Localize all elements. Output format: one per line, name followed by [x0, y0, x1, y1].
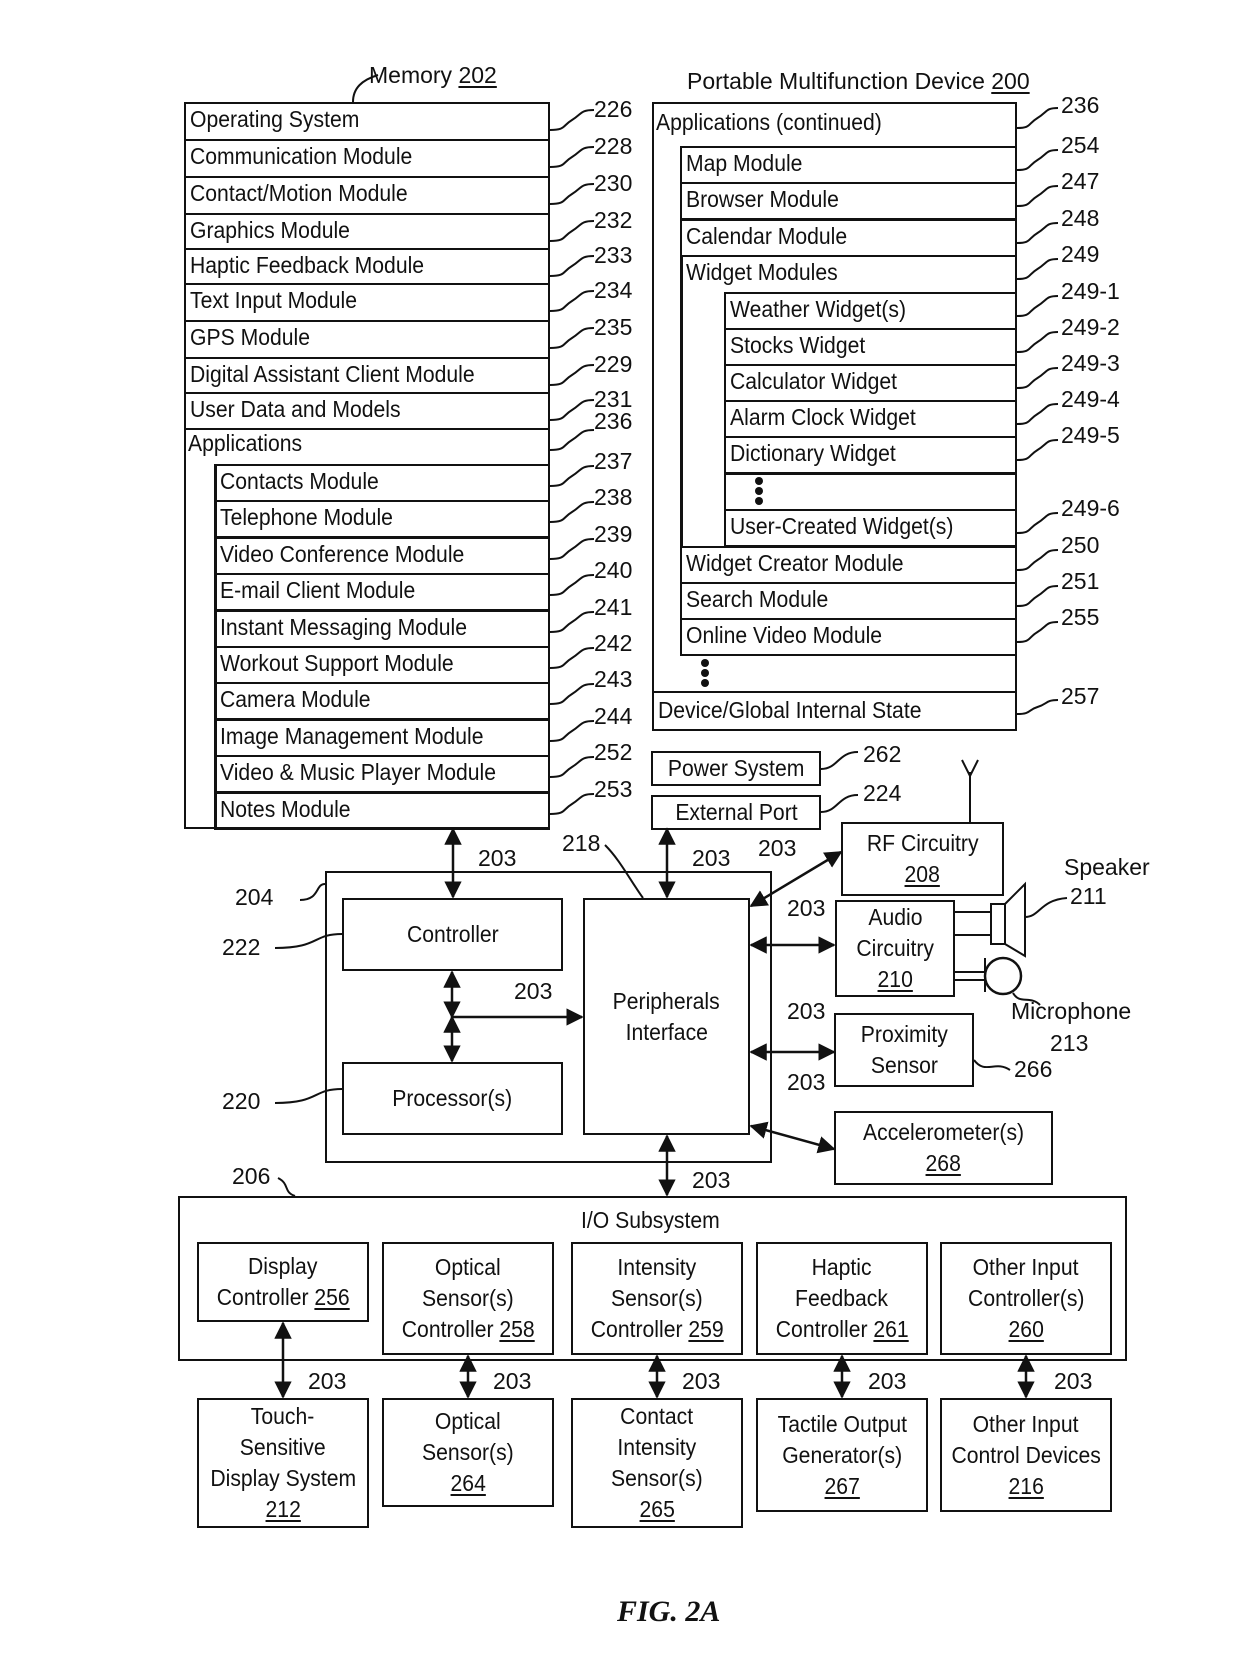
- leader-line: [1016, 585, 1059, 607]
- leader-line: [1016, 222, 1059, 244]
- peripherals-leader: [604, 844, 644, 899]
- bus-ref: 203: [692, 845, 731, 871]
- bus-ref: 203: [308, 1368, 347, 1394]
- leader-line: [549, 611, 595, 633]
- leader-line: [1016, 403, 1059, 425]
- leader-line: [549, 501, 595, 523]
- leader-line: [1016, 295, 1059, 317]
- bus-ref: 203: [682, 1368, 721, 1394]
- leader-line: [1016, 549, 1059, 571]
- bus-ref: 203: [514, 978, 553, 1004]
- bus-ref: 203: [758, 835, 797, 861]
- bus-ref: 203: [493, 1368, 532, 1394]
- leader-line: [549, 327, 595, 349]
- leader-line: [549, 538, 595, 560]
- io-leader: [277, 1177, 296, 1197]
- leader-line: [549, 720, 595, 742]
- leader-line: [549, 756, 595, 778]
- controller-leader: [274, 933, 343, 949]
- bus-ref: 203: [478, 845, 517, 871]
- leader-line: [549, 364, 595, 386]
- leader-line: [1016, 331, 1059, 353]
- bus-ref: 203: [787, 998, 826, 1024]
- leader-line: [549, 647, 595, 669]
- leader-line: [1016, 107, 1059, 129]
- leader-line: [549, 183, 595, 205]
- speaker-icon: [990, 881, 1026, 958]
- leader-line: [549, 255, 595, 277]
- leader-line: [549, 399, 595, 421]
- memory-title-leader: [352, 74, 379, 103]
- bus-ref: 203: [1054, 1368, 1093, 1394]
- bus-ref: 203: [868, 1368, 907, 1394]
- processor-leader: [274, 1088, 343, 1104]
- bus-arrow: [749, 1121, 836, 1154]
- leader-line: [1016, 439, 1059, 461]
- power-system-leader: [820, 751, 859, 770]
- external-port-leader: [820, 794, 859, 813]
- speaker-wire: [955, 911, 991, 936]
- leader-line: [1016, 367, 1059, 389]
- leader-line: [549, 109, 595, 131]
- leader-line: [1016, 512, 1059, 534]
- leader-line: [549, 220, 595, 242]
- leader-line: [1016, 621, 1059, 643]
- leader-line: [1016, 185, 1059, 207]
- speaker-leader: [1024, 897, 1068, 918]
- bus-ref: 203: [787, 1069, 826, 1095]
- leader-line: [1016, 258, 1059, 280]
- connector-layer: [274, 74, 1068, 1399]
- leader-line: [549, 574, 595, 596]
- proximity-leader: [973, 1059, 1011, 1071]
- leader-line: [549, 465, 595, 487]
- chip-leader: [299, 883, 326, 901]
- leader-line: [549, 290, 595, 312]
- bus-ref: 203: [787, 895, 826, 921]
- microphone-leader: [1012, 992, 1041, 1006]
- leader-line: [549, 146, 595, 168]
- microphone-icon: [983, 956, 1023, 996]
- leader-line: [549, 683, 595, 705]
- leader-line: [1016, 699, 1059, 715]
- leader-line: [549, 793, 595, 815]
- leader-line: [549, 429, 595, 451]
- leader-line: [1016, 149, 1059, 171]
- microphone-wire: [955, 971, 985, 981]
- bus-ref: 203: [692, 1167, 731, 1193]
